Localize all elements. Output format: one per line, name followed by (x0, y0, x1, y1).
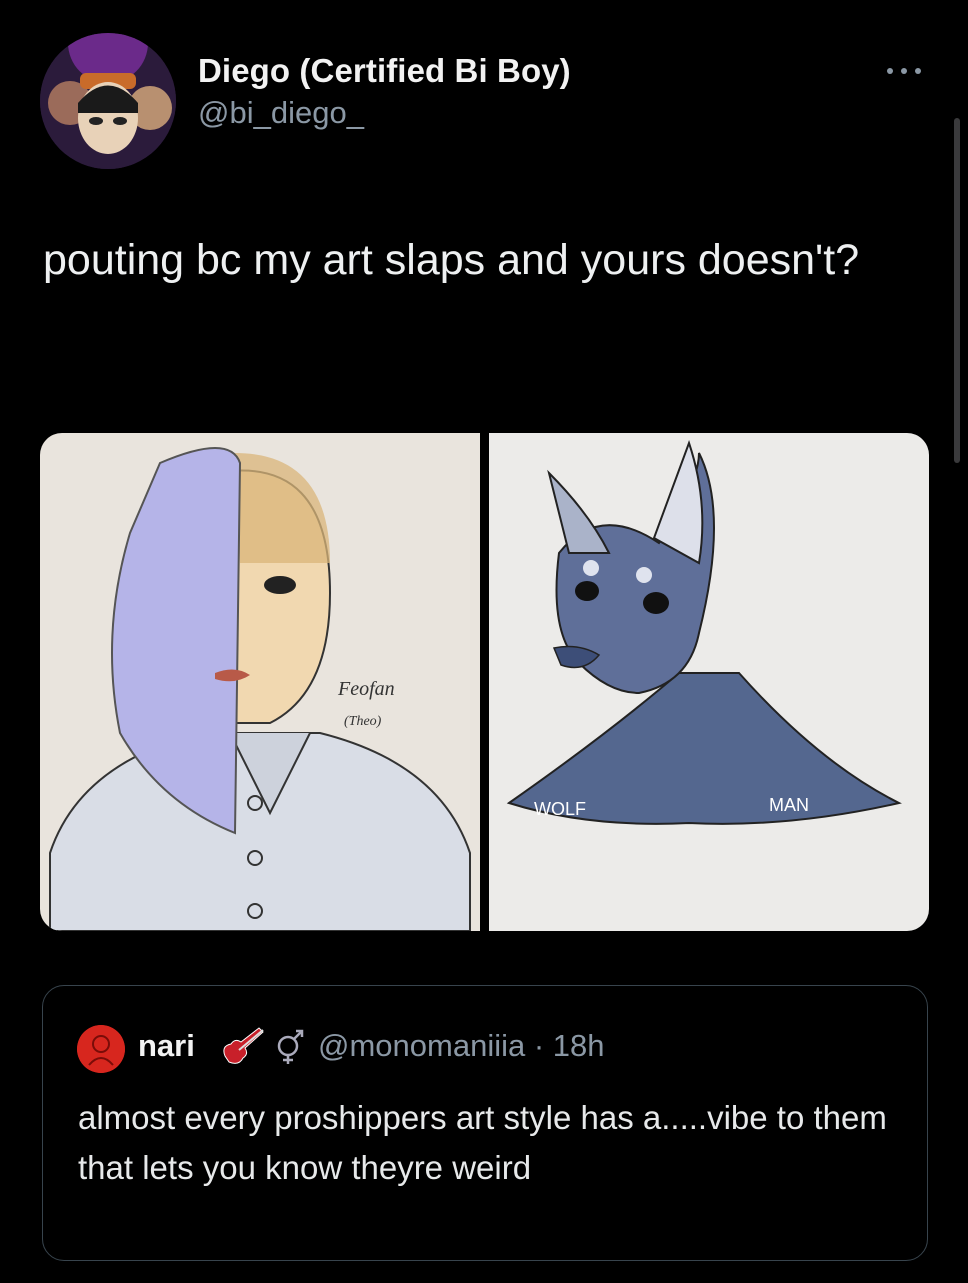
wolf-label: WOLF (534, 799, 586, 819)
quote-author-avatar[interactable] (77, 1025, 125, 1073)
theo-label: (Theo) (344, 714, 382, 729)
tweet-text: pouting bc my art slaps and yours doesn'… (43, 236, 860, 284)
media-image-wolfman[interactable]: WOLF MAN (489, 433, 929, 931)
more-horizontal-icon (887, 68, 921, 74)
author-name[interactable]: Diego (Certified Bi Boy) (198, 52, 571, 90)
author-handle[interactable]: @bi_diego_ (198, 95, 364, 131)
author-avatar[interactable] (40, 33, 176, 169)
guitar-icon (217, 1022, 269, 1071)
scrollbar[interactable] (954, 118, 960, 463)
tweet-media[interactable]: Feofan (Theo) WOLF MAN (40, 433, 929, 931)
quote-handle-time[interactable]: @monomaniiia · 18h (318, 1028, 605, 1064)
quote-author-name-text: nari (138, 1028, 195, 1063)
media-image-feofan[interactable]: Feofan (Theo) (40, 433, 480, 931)
more-options-button[interactable] (882, 56, 926, 86)
quote-author-name[interactable]: nari (138, 1028, 195, 1064)
gender-symbol-icon (272, 1026, 308, 1071)
quote-text: almost every proshippers art style has a… (78, 1099, 887, 1186)
quote-avatar-image (77, 1025, 125, 1073)
man-label: MAN (769, 795, 809, 815)
feofan-label: Feofan (337, 678, 395, 700)
avatar-image (40, 33, 176, 169)
